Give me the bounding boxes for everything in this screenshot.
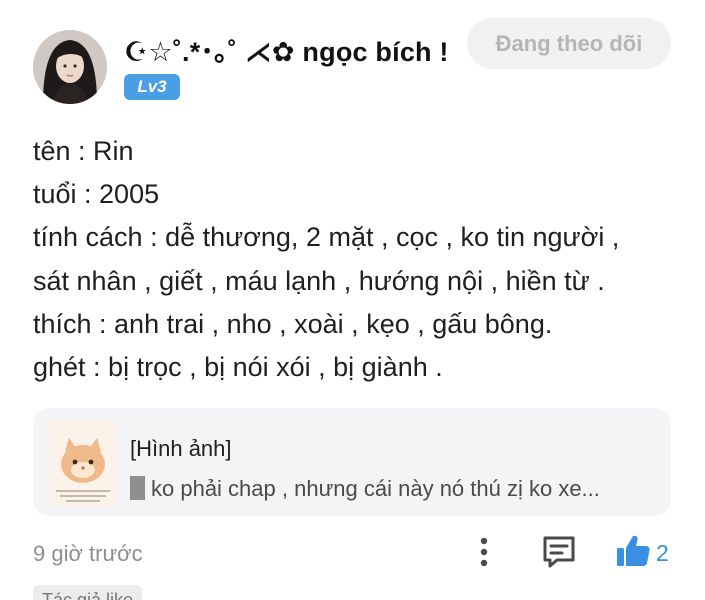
follow-button[interactable]: Đang theo dõi <box>467 18 671 69</box>
avatar-image <box>33 30 107 104</box>
thumbs-up-icon <box>617 535 650 566</box>
avatar[interactable] <box>33 30 107 104</box>
redacted-block <box>130 476 145 500</box>
author-like-tag: Tác giả like <box>33 585 143 600</box>
author-name[interactable]: ☪︎☆˚.*･｡˚ ⋌✿ ngọc bích ! <box>124 30 449 69</box>
post-line: tuổi : 2005 <box>33 179 160 210</box>
post-line: thích : anh trai , nho , xoài , kẹo , gấ… <box>33 308 553 339</box>
post-line: tính cách : dễ thương, 2 mặt , cọc , ko … <box>33 222 620 253</box>
comment-button[interactable] <box>540 533 578 571</box>
more-button[interactable] <box>470 535 498 571</box>
post-line: sát nhân , giết , máu lạnh , hướng nội ,… <box>33 265 605 296</box>
like-button[interactable]: 2 <box>614 532 680 572</box>
quoted-reply-card[interactable]: [Hình ảnh] ko phải chap , nhưng cái này … <box>33 408 671 516</box>
comment-icon <box>543 536 575 568</box>
quote-title: [Hình ảnh] <box>130 436 232 461</box>
level-badge: Lv3 <box>124 74 180 100</box>
post-line: tên : Rin <box>33 136 134 166</box>
more-vertical-icon <box>480 537 488 567</box>
post-body: tên : Rin tuổi : 2005 tính cách : dễ thư… <box>33 130 673 389</box>
quote-thumbnail <box>50 420 116 506</box>
quote-snippet: ko phải chap , nhưng cái này nó thú zị k… <box>130 476 600 502</box>
post-timestamp: 9 giờ trước <box>33 541 143 566</box>
quote-snippet-text: ko phải chap , nhưng cái này nó thú zị k… <box>151 476 600 501</box>
post-line: ghét : bị trọc , bị nói xói , bị giành . <box>33 352 443 383</box>
like-count: 2 <box>656 540 669 566</box>
